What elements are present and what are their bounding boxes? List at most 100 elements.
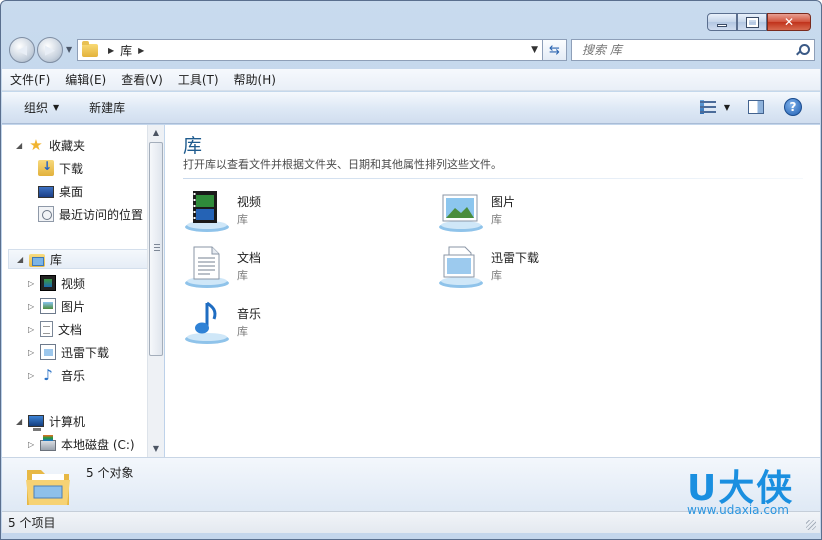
expand-arrow-icon[interactable]: ◢ [16, 141, 26, 150]
collapsed-arrow-icon[interactable]: ▷ [28, 371, 38, 380]
page-title: 库 [183, 135, 203, 157]
scroll-thumb[interactable] [149, 142, 163, 356]
preview-pane-icon[interactable] [748, 100, 764, 114]
nav-libraries-label: 库 [50, 252, 63, 267]
desktop-icon [38, 186, 54, 198]
nav-desktop-label: 桌面 [59, 184, 84, 199]
menu-file[interactable]: 文件(F) [10, 71, 50, 88]
nav-favorites-label: 收藏夹 [49, 138, 86, 153]
close-button[interactable]: ✕ [767, 13, 811, 31]
library-item-music[interactable]: 音乐 库 [183, 299, 383, 347]
address-dropdown-icon[interactable]: ▼ [531, 45, 538, 55]
search-box[interactable] [571, 39, 815, 61]
picture-library-icon [439, 194, 483, 232]
menu-view[interactable]: 查看(V) [121, 71, 163, 88]
minimize-button[interactable] [707, 13, 737, 31]
library-item-documents[interactable]: 文档 库 [183, 243, 383, 291]
nav-libraries[interactable]: ◢ 库 [8, 249, 148, 269]
video-library-icon [185, 191, 229, 232]
maximize-icon [745, 16, 759, 28]
breadcrumb-separator-icon[interactable]: ▶ [138, 46, 144, 55]
command-bar: 组织 ▼ 新建库 ▼ ? [2, 92, 820, 124]
library-folder-icon [82, 40, 98, 57]
downloads-folder-icon [38, 159, 54, 176]
maximize-button[interactable] [737, 13, 767, 31]
grip-icon [154, 244, 160, 251]
collapsed-arrow-icon[interactable]: ▷ [28, 440, 38, 449]
nav-downloads[interactable]: 下载 [38, 158, 83, 178]
video-library-icon [40, 275, 56, 291]
recent-places-icon [38, 206, 54, 222]
collapsed-arrow-icon[interactable]: ▷ [28, 348, 38, 357]
search-input[interactable] [580, 42, 780, 58]
music-library-icon [185, 301, 229, 344]
computer-icon [28, 415, 44, 431]
watermark: U大侠 www.udaxia.com [687, 459, 817, 529]
menu-tools[interactable]: 工具(T) [178, 71, 219, 88]
menu-edit[interactable]: 编辑(E) [65, 71, 106, 88]
collapsed-arrow-icon[interactable]: ▷ [28, 325, 38, 334]
nav-documents[interactable]: ▷ 文档 [28, 319, 82, 339]
nav-recent-places[interactable]: 最近访问的位置 [38, 204, 143, 224]
search-icon[interactable] [796, 44, 810, 56]
organize-label: 组织 [24, 101, 49, 115]
nav-local-disk[interactable]: ▷ 本地磁盘 (C:) [28, 434, 135, 454]
nav-music[interactable]: ▷ ♪ 音乐 [28, 365, 85, 385]
nav-local-disk-label: 本地磁盘 (C:) [61, 437, 135, 452]
library-item-type: 库 [237, 213, 248, 226]
breadcrumb-separator-icon[interactable]: ▶ [108, 46, 114, 55]
nav-recent-label: 最近访问的位置 [59, 207, 144, 222]
nav-xunlei-label: 迅雷下载 [61, 345, 110, 360]
explorer-window: ✕ ◀ ▶ ▼ ▶ 库 ▶ ▼ ⇆ 文件(F) 编辑(E) 查看(V) 工具(T… [0, 0, 822, 540]
library-item-xunlei[interactable]: 迅雷下载 库 [437, 243, 637, 291]
nav-favorites[interactable]: ◢ ★ 收藏夹 [16, 135, 85, 155]
back-button[interactable]: ◀ [9, 37, 35, 63]
change-view-icon[interactable] [699, 100, 716, 114]
expand-arrow-icon[interactable]: ◢ [16, 417, 26, 426]
library-item-type: 库 [491, 213, 502, 226]
library-folder-icon [26, 470, 70, 505]
collapsed-arrow-icon[interactable]: ▷ [28, 279, 38, 288]
library-item-pictures[interactable]: 图片 库 [437, 187, 637, 235]
hard-disk-icon [40, 435, 56, 451]
expand-arrow-icon[interactable]: ◢ [17, 255, 27, 264]
nav-desktop[interactable]: 桌面 [38, 181, 83, 201]
collapsed-arrow-icon[interactable]: ▷ [28, 302, 38, 311]
nav-videos[interactable]: ▷ 视频 [28, 273, 85, 293]
watermark-url: www.udaxia.com [687, 503, 789, 517]
document-library-icon [40, 321, 53, 337]
menu-help[interactable]: 帮助(H) [234, 71, 276, 88]
nav-xunlei[interactable]: ▷ 迅雷下载 [28, 342, 109, 362]
navigation-pane: ◢ ★ 收藏夹 下载 桌面 最近访问的位置 ◢ 库 ▷ 视频 ▷ [2, 125, 164, 457]
scroll-down-icon[interactable]: ▼ [148, 441, 164, 457]
nav-scrollbar[interactable]: ▲ ▼ [147, 125, 164, 457]
nav-pictures[interactable]: ▷ 图片 [28, 296, 85, 316]
library-item-type: 库 [237, 325, 248, 338]
scroll-up-icon[interactable]: ▲ [148, 125, 164, 141]
nav-downloads-label: 下载 [59, 161, 84, 176]
new-library-button[interactable]: 新建库 [89, 99, 125, 116]
help-icon[interactable]: ? [784, 98, 802, 116]
star-icon: ★ [29, 136, 43, 154]
breadcrumb-library[interactable]: 库 [120, 42, 132, 59]
chevron-down-icon: ▼ [53, 103, 60, 112]
library-item-type: 库 [491, 269, 502, 282]
picture-library-icon [40, 298, 56, 314]
library-item-type: 库 [237, 269, 248, 282]
header-divider [183, 178, 803, 179]
page-description: 打开库以查看文件并根据文件夹、日期和其他属性排列这些文件。 [183, 158, 502, 171]
forward-button[interactable]: ▶ [37, 37, 63, 63]
content-pane: 库 打开库以查看文件并根据文件夹、日期和其他属性排列这些文件。 视频 库 图片 … [165, 125, 820, 457]
minimize-icon [717, 23, 727, 27]
address-bar[interactable]: ▶ 库 ▶ ▼ [77, 39, 543, 61]
view-options-dropdown[interactable]: ▼ [724, 103, 730, 112]
download-library-icon [439, 246, 483, 288]
refresh-button[interactable]: ⇆ [543, 39, 567, 61]
recent-pages-dropdown[interactable]: ▼ [66, 45, 72, 54]
library-item-name: 图片 [491, 195, 516, 209]
organize-button[interactable]: 组织 ▼ [24, 99, 59, 116]
nav-computer[interactable]: ◢ 计算机 [16, 411, 85, 431]
download-library-icon [40, 344, 56, 360]
library-item-videos[interactable]: 视频 库 [183, 187, 383, 235]
new-library-label: 新建库 [89, 101, 126, 115]
